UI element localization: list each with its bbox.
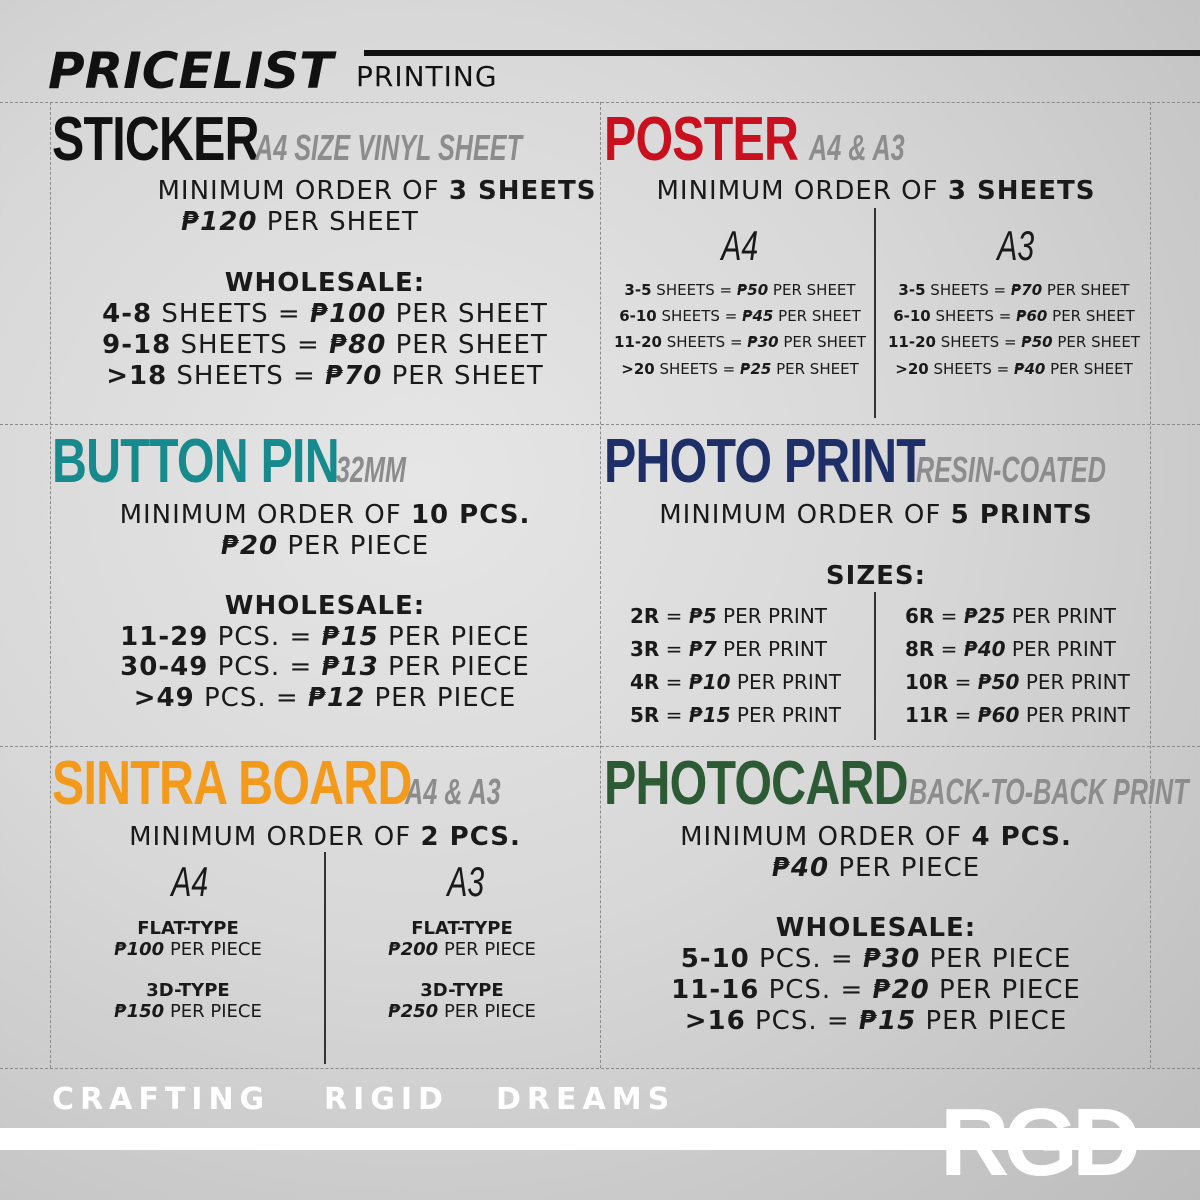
- grid-line: [0, 1068, 1200, 1069]
- sintra-board-name: SINTRA BOARD: [52, 749, 412, 818]
- grid-line: [50, 102, 51, 1068]
- poster-title: POSTER A4 & A3: [604, 104, 946, 175]
- button-pin-wholesale-row: 30-49 PCS. = ₱13 PER PIECE: [120, 652, 530, 682]
- poster-minimum: MINIMUM ORDER OF 3 SHEETS: [656, 176, 1096, 206]
- photocard-minimum: MINIMUM ORDER OF 4 PCS.: [680, 822, 1072, 852]
- photo-print-title: PHOTO PRINTRESIN-COATED: [604, 426, 1187, 497]
- tagline-word: CRAFTING: [52, 1082, 271, 1117]
- sticker-name: STICKER: [52, 105, 260, 174]
- photo-print-size-row: 10R = ₱50 PER PRINT: [905, 670, 1130, 694]
- photocard-wholesale-label: WHOLESALE:: [775, 913, 977, 943]
- photo-print-size-row: 3R = ₱7 PER PRINT: [630, 637, 827, 661]
- photocard-wholesale-row: >16 PCS. = ₱15 PER PIECE: [684, 1006, 1068, 1036]
- poster-a4-heading: A4: [721, 222, 759, 269]
- photocard-name: PHOTOCARD: [604, 749, 909, 818]
- sticker-price: ₱120 PER SHEET: [181, 207, 419, 237]
- sticker-wholesale-row: 4-8 SHEETS = ₱100 PER SHEET: [102, 299, 548, 329]
- sticker-wholesale-row: 9-18 SHEETS = ₱80 PER SHEET: [102, 330, 548, 360]
- poster-a3-row: 3-5 SHEETS = ₱70 PER SHEET: [898, 281, 1130, 299]
- sintra-a4-heading: A4: [171, 858, 209, 905]
- tagline-word: DREAMS: [496, 1082, 676, 1117]
- sintra-board-subtitle: A4 & A3: [405, 771, 501, 812]
- page-subtitle: PRINTING: [356, 60, 498, 93]
- poster-a4-row: 11-20 SHEETS = ₱30 PER SHEET: [613, 333, 866, 351]
- photo-print-size-row: 2R = ₱5 PER PRINT: [630, 604, 827, 628]
- poster-name: POSTER: [604, 105, 799, 174]
- photo-print-size-row: 5R = ₱15 PER PRINT: [630, 703, 841, 727]
- sticker-subtitle: A4 SIZE VINYL SHEET: [255, 127, 523, 168]
- tagline-word: RIGID: [324, 1082, 449, 1117]
- photo-print-subtitle: RESIN-COATED: [915, 449, 1106, 490]
- button-pin-name: BUTTON PIN: [52, 427, 340, 496]
- poster-a4-row: 3-5 SHEETS = ₱50 PER SHEET: [624, 281, 856, 299]
- photocard-wholesale-row: 5-10 PCS. = ₱30 PER PIECE: [680, 944, 1072, 974]
- photocard-wholesale-row: 11-16 PCS. = ₱20 PER PIECE: [671, 975, 1081, 1005]
- poster-a3-row: 6-10 SHEETS = ₱60 PER SHEET: [893, 307, 1135, 325]
- poster-a4-row: 6-10 SHEETS = ₱45 PER SHEET: [619, 307, 861, 325]
- photo-print-column-divider: [874, 592, 876, 740]
- brand-logo: RGD: [940, 1089, 1141, 1196]
- poster-a3-row: 11-20 SHEETS = ₱50 PER SHEET: [887, 333, 1140, 351]
- button-pin-wholesale-row: >49 PCS. = ₱12 PER PIECE: [133, 683, 517, 713]
- button-pin-subtitle: 32MM: [335, 449, 406, 490]
- photo-print-size-row: 11R = ₱60 PER PRINT: [905, 703, 1130, 727]
- photocard-subtitle: BACK-TO-BACK PRINT: [909, 771, 1189, 812]
- photocard-price: ₱40 PER PIECE: [771, 853, 981, 883]
- page-title: PRICELIST: [48, 42, 334, 100]
- photo-print-name: PHOTO PRINT: [604, 427, 926, 496]
- poster-a3-row: >20 SHEETS = ₱40 PER SHEET: [895, 360, 1133, 378]
- photo-print-size-row: 4R = ₱10 PER PRINT: [630, 670, 841, 694]
- poster-column-divider: [874, 208, 876, 418]
- sticker-title: STICKERA4 SIZE VINYL SHEET: [52, 104, 637, 175]
- poster-a3-heading: A3: [997, 222, 1035, 269]
- photocard-title: PHOTOCARDBACK-TO-BACK PRINT: [604, 748, 1200, 819]
- poster-a4-row: >20 SHEETS = ₱25 PER SHEET: [621, 360, 859, 378]
- button-pin-title: BUTTON PIN32MM: [52, 426, 436, 497]
- sintra-board-column-divider: [324, 852, 326, 1064]
- button-pin-wholesale-label: WHOLESALE:: [224, 591, 426, 621]
- header-rule: [364, 50, 1200, 56]
- sticker-wholesale-row: >18 SHEETS = ₱70 PER SHEET: [106, 361, 544, 391]
- poster-subtitle: A4 & A3: [808, 127, 905, 168]
- button-pin-wholesale-row: 11-29 PCS. = ₱15 PER PIECE: [120, 622, 530, 652]
- photo-print-minimum: MINIMUM ORDER OF 5 PRINTS: [659, 500, 1093, 530]
- sintra-board-title: SINTRA BOARDA4 & A3: [52, 748, 542, 819]
- photo-print-size-row: 6R = ₱25 PER PRINT: [905, 604, 1116, 628]
- sticker-wholesale-label: WHOLESALE:: [224, 268, 426, 298]
- sintra-a4-item: FLAT-TYPE ₱100 PER PIECE: [114, 918, 262, 960]
- photo-print-size-row: 8R = ₱40 PER PRINT: [905, 637, 1116, 661]
- button-pin-price: ₱20 PER PIECE: [220, 531, 430, 561]
- photo-print-sizes-label: SIZES:: [825, 561, 927, 591]
- sintra-a4-item: 3D-TYPE ₱150 PER PIECE: [114, 980, 262, 1022]
